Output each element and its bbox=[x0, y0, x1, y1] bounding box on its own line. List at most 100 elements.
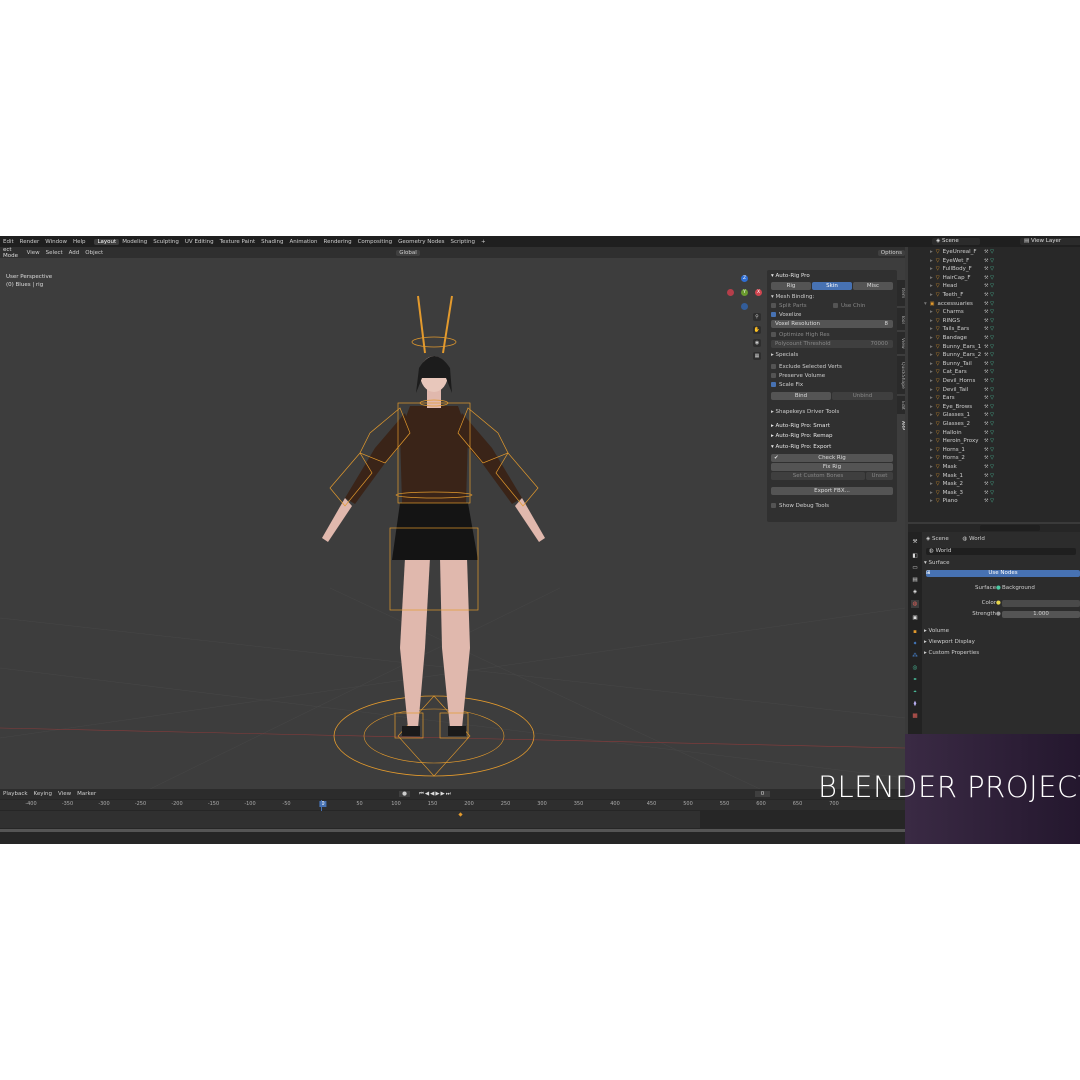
expand-arrow-icon[interactable]: ▸ bbox=[930, 266, 933, 272]
tab-shading[interactable]: Shading bbox=[258, 239, 286, 245]
surface-value[interactable]: Background bbox=[1002, 585, 1035, 591]
expand-arrow-icon[interactable]: ▸ bbox=[930, 498, 933, 504]
expand-arrow-icon[interactable]: ▸ bbox=[930, 318, 933, 324]
expand-arrow-icon[interactable]: ▸ bbox=[930, 455, 933, 461]
expand-arrow-icon[interactable]: ▸ bbox=[930, 292, 933, 298]
constraint-tab-icon[interactable]: ⚭ bbox=[911, 676, 919, 684]
use-nodes-button[interactable]: Use Nodes bbox=[926, 570, 1080, 577]
view-layer-selector[interactable]: ▤ View Layer bbox=[1020, 238, 1080, 245]
menu-marker[interactable]: Marker bbox=[74, 791, 99, 797]
menu-keying[interactable]: Keying bbox=[31, 791, 55, 797]
panel-header[interactable]: ▾ Auto-Rig Pro bbox=[771, 272, 893, 280]
expand-arrow-icon[interactable]: ▸ bbox=[930, 275, 933, 281]
render-tab-icon[interactable]: ◧ bbox=[911, 552, 919, 560]
outliner-item[interactable]: ▸ ▽ Eye_Brows ⚒ ▽ bbox=[908, 403, 1080, 412]
outliner-item[interactable]: ▸ ▽ Bandage ⚒ ▽ bbox=[908, 334, 1080, 343]
expand-arrow-icon[interactable]: ▸ bbox=[930, 395, 933, 401]
expand-arrow-icon[interactable]: ▸ bbox=[930, 378, 933, 384]
outliner-item[interactable]: ▸ ▽ RINGS ⚒ ▽ bbox=[908, 317, 1080, 326]
add-workspace-button[interactable]: + bbox=[478, 239, 489, 245]
scene-tab-icon[interactable]: ◈ bbox=[911, 588, 919, 596]
physics-tab-icon[interactable]: ◎ bbox=[911, 664, 919, 672]
world-breadcrumb[interactable]: World bbox=[969, 536, 985, 542]
viewport-display-header[interactable]: ▸ Viewport Display bbox=[924, 639, 975, 645]
outliner-item[interactable]: ▸ ▽ EyeWet_F ⚒ ▽ bbox=[908, 257, 1080, 266]
texture-tab-icon[interactable]: ▩ bbox=[911, 712, 919, 720]
strength-field[interactable]: 1.000 bbox=[1002, 611, 1080, 618]
volume-section-header[interactable]: ▸ Volume bbox=[924, 628, 949, 634]
expand-arrow-icon[interactable]: ▸ bbox=[930, 412, 933, 418]
expand-arrow-icon[interactable]: ▸ bbox=[930, 421, 933, 427]
world-tab-icon[interactable]: ◍ bbox=[911, 600, 919, 608]
outliner-item[interactable]: ▸ ▽ Piano ⚒ ▽ bbox=[908, 497, 1080, 506]
expand-arrow-icon[interactable]: ▸ bbox=[930, 283, 933, 289]
outliner-item[interactable]: ▸ ▽ Bunny_Ears_1 ⚒ ▽ bbox=[908, 343, 1080, 352]
collection-tab-icon[interactable]: ▣ bbox=[911, 614, 919, 622]
expand-arrow-icon[interactable]: ▸ bbox=[930, 249, 933, 255]
tab-uv-editing[interactable]: UV Editing bbox=[182, 239, 217, 245]
gizmo-x-negative-icon[interactable] bbox=[727, 289, 734, 296]
use-chin-checkbox[interactable]: Use Chin bbox=[833, 302, 893, 310]
unbind-button[interactable]: Unbind bbox=[832, 392, 893, 400]
tab-rig[interactable]: Rig bbox=[771, 282, 811, 290]
outliner-item[interactable]: ▸ ▽ FullBody_F ⚒ ▽ bbox=[908, 265, 1080, 274]
scene-selector[interactable]: ◈ Scene bbox=[932, 238, 980, 245]
outliner-item[interactable]: ▾ ▣ accessuaries ⚒ ▽ bbox=[908, 300, 1080, 309]
side-tab-item[interactable]: Item bbox=[897, 280, 905, 306]
tab-texture-paint[interactable]: Texture Paint bbox=[217, 239, 259, 245]
bone-tab-icon[interactable]: ⧫ bbox=[911, 700, 919, 708]
surface-section-header[interactable]: ▾ Surface bbox=[924, 560, 949, 566]
expand-arrow-icon[interactable]: ▸ bbox=[930, 335, 933, 341]
outliner-item[interactable]: ▸ ▽ Teeth_F ⚒ ▽ bbox=[908, 291, 1080, 300]
export-fbx-button[interactable]: Export FBX... bbox=[771, 487, 893, 495]
current-frame-field[interactable]: 0 bbox=[754, 791, 771, 797]
tab-sculpting[interactable]: Sculpting bbox=[150, 239, 182, 245]
tab-layout[interactable]: Layout bbox=[94, 238, 120, 245]
outliner-item[interactable]: ▸ ▽ Tails_Ears ⚒ ▽ bbox=[908, 325, 1080, 334]
color-swatch[interactable] bbox=[1002, 600, 1080, 607]
expand-arrow-icon[interactable]: ▸ bbox=[930, 361, 933, 367]
tab-skin[interactable]: Skin bbox=[812, 282, 852, 290]
smart-header[interactable]: ▸ Auto-Rig Pro: Smart bbox=[771, 422, 893, 430]
outliner-item[interactable]: ▸ ▽ Devil_Horns ⚒ ▽ bbox=[908, 377, 1080, 386]
outliner-item[interactable]: ▸ ▽ Horns_2 ⚒ ▽ bbox=[908, 454, 1080, 463]
expand-arrow-icon[interactable]: ▸ bbox=[930, 430, 933, 436]
polycount-threshold-field[interactable]: Polycount Threshold 70000 bbox=[771, 340, 893, 348]
scene-breadcrumb[interactable]: Scene bbox=[932, 536, 949, 542]
expand-arrow-icon[interactable]: ▸ bbox=[930, 438, 933, 444]
tab-modeling[interactable]: Modeling bbox=[119, 239, 150, 245]
expand-arrow-icon[interactable]: ▸ bbox=[930, 369, 933, 375]
expand-arrow-icon[interactable]: ▾ bbox=[924, 301, 927, 307]
outliner-item[interactable]: ▸ ▽ Halloin ⚒ ▽ bbox=[908, 429, 1080, 438]
world-selector[interactable]: ◍ World bbox=[926, 548, 1076, 555]
outliner-item[interactable]: ▸ ▽ HairCap_F ⚒ ▽ bbox=[908, 274, 1080, 283]
outliner-item[interactable]: ▸ ▽ Glasses_2 ⚒ ▽ bbox=[908, 420, 1080, 429]
expand-arrow-icon[interactable]: ▸ bbox=[930, 387, 933, 393]
specials-header[interactable]: ▸ Specials bbox=[771, 351, 893, 359]
menu-window[interactable]: Window bbox=[42, 239, 70, 245]
data-tab-icon[interactable]: ⌖ bbox=[911, 688, 919, 696]
tab-misc[interactable]: Misc bbox=[853, 282, 893, 290]
grid-icon[interactable]: ▦ bbox=[753, 352, 761, 360]
show-debug-checkbox[interactable]: Show Debug Tools bbox=[771, 502, 893, 510]
check-rig-button[interactable]: ✔ Check Rig bbox=[771, 454, 893, 462]
timeline-scrollbar[interactable] bbox=[0, 829, 905, 832]
tab-scripting[interactable]: Scripting bbox=[447, 239, 477, 245]
camera-icon[interactable]: ◉ bbox=[753, 339, 761, 347]
tab-compositing[interactable]: Compositing bbox=[355, 239, 395, 245]
tab-geometry-nodes[interactable]: Geometry Nodes bbox=[395, 239, 447, 245]
options-dropdown[interactable]: Options bbox=[877, 249, 905, 256]
scale-fix-checkbox[interactable]: Scale Fix bbox=[771, 381, 893, 389]
outliner-item[interactable]: ▸ ▽ Mask_1 ⚒ ▽ bbox=[908, 472, 1080, 481]
remap-header[interactable]: ▸ Auto-Rig Pro: Remap bbox=[771, 432, 893, 440]
menu-select[interactable]: Select bbox=[43, 250, 66, 256]
expand-arrow-icon[interactable]: ▸ bbox=[930, 258, 933, 264]
3d-viewport[interactable]: User Perspective (0) Blues | rig Z Y X ⚲… bbox=[0, 258, 905, 789]
tool-tab-icon[interactable]: ⚒ bbox=[911, 538, 919, 546]
object-tab-icon[interactable]: ▪ bbox=[911, 628, 919, 636]
mesh-binding-header[interactable]: ▾ Mesh Binding: bbox=[771, 293, 893, 301]
menu-playback[interactable]: Playback bbox=[0, 791, 31, 797]
expand-arrow-icon[interactable]: ▸ bbox=[930, 352, 933, 358]
voxel-resolution-field[interactable]: Voxel Resolution 8 bbox=[771, 320, 893, 328]
outliner-item[interactable]: ▸ ▽ Mask ⚒ ▽ bbox=[908, 463, 1080, 472]
